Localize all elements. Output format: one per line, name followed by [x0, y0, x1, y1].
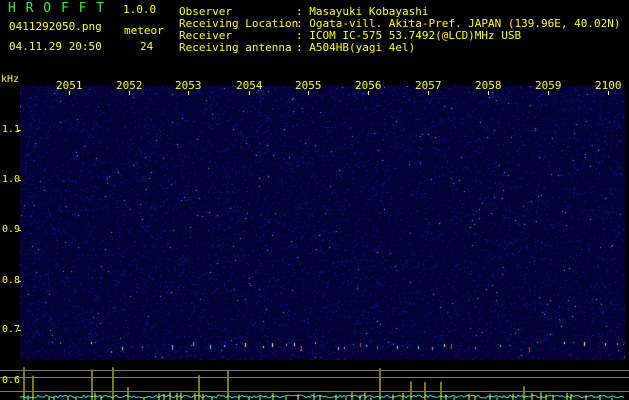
antenna-value: : A504HB(yagi 4el) — [296, 41, 416, 54]
x-tick-label: 2056 — [355, 79, 382, 92]
signal-strength-strip — [20, 362, 625, 400]
x-tick — [308, 91, 309, 95]
spectrogram-canvas — [20, 86, 625, 360]
y-axis-unit: kHz — [1, 74, 20, 85]
receiver-label: Receiver — [179, 29, 232, 42]
x-tick-label: 2052 — [116, 79, 143, 92]
threshold-line — [0, 370, 629, 371]
x-tick — [608, 91, 609, 95]
y-tick — [18, 180, 21, 181]
x-tick-label: 2059 — [535, 79, 562, 92]
x-tick-label: 2058 — [475, 79, 502, 92]
antenna-label: Receiving antenna — [179, 41, 292, 54]
threshold-line — [0, 377, 629, 378]
x-tick-label: 2055 — [295, 79, 322, 92]
file-name: 0411292050.png — [9, 20, 102, 33]
receiver-value: : ICOM IC-575 53.7492(@LCD)MHz USB — [296, 29, 522, 42]
y-tick — [18, 330, 21, 331]
x-tick — [488, 91, 489, 95]
x-tick — [548, 91, 549, 95]
threshold-line — [0, 391, 629, 392]
x-tick-label: 2054 — [236, 79, 263, 92]
y-tick-label: 0.6 — [2, 375, 21, 386]
meteor-label: meteor — [124, 24, 164, 37]
x-tick — [129, 91, 130, 95]
x-tick-label: 2053 — [175, 79, 202, 92]
x-tick — [368, 91, 369, 95]
signal-strength-graph — [20, 367, 625, 400]
x-tick — [249, 91, 250, 95]
x-tick — [188, 91, 189, 95]
observer-label: Observer — [179, 5, 232, 18]
observer-value: : Masayuki Kobayashi — [296, 5, 429, 18]
app-title: H R O F F T — [8, 1, 106, 16]
x-tick-label: 2051 — [56, 79, 83, 92]
app-version: 1.0.0 — [123, 3, 157, 16]
y-tick — [18, 230, 21, 231]
location-value: : Ogata-vill. Akita-Pref. JAPAN (139.96E… — [296, 17, 621, 30]
x-tick-label: 2100 — [595, 79, 622, 92]
y-tick — [18, 130, 21, 131]
x-tick — [69, 91, 70, 95]
x-tick — [428, 91, 429, 95]
noise-floor-line — [20, 394, 625, 399]
y-tick — [18, 281, 21, 282]
timestamp: 04.11.29 20:50 — [9, 40, 102, 53]
location-label: Receiving Location — [179, 17, 299, 30]
spectrogram[interactable] — [20, 86, 625, 360]
x-tick-label: 2057 — [415, 79, 442, 92]
meteor-count: 24 — [140, 40, 154, 53]
